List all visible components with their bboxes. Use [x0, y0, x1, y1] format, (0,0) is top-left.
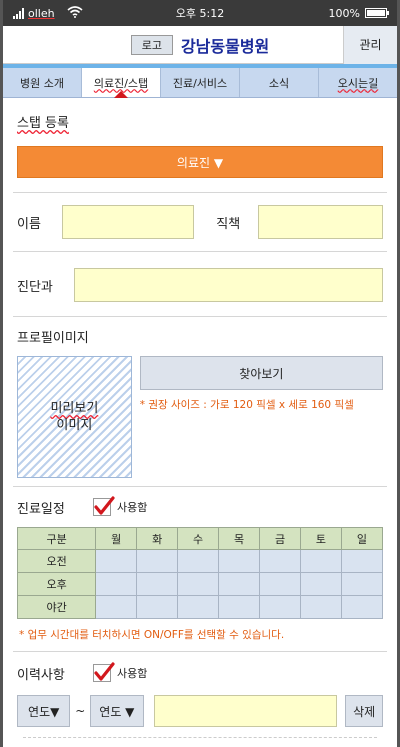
- tab-label: 진료/서비스: [172, 76, 228, 90]
- signal-icon: [13, 7, 24, 19]
- schedule-header-row: 구분 월 화 수 목 금 토 일: [16, 527, 384, 550]
- name-label: 이름: [17, 216, 41, 232]
- logo: 로고: [130, 34, 173, 55]
- career-title: 이력사항: [17, 667, 65, 683]
- department-input[interactable]: [74, 268, 383, 302]
- battery-icon: [365, 8, 389, 18]
- profile-image-preview: 미리보기 이미지: [17, 356, 132, 478]
- battery-percent: 100%: [328, 6, 360, 20]
- schedule-use-label: 사용함: [117, 501, 148, 514]
- tab-label: 의료진/스탭: [93, 76, 149, 90]
- schedule-cell[interactable]: [300, 595, 342, 619]
- schedule-col-header: 수: [177, 527, 220, 550]
- schedule-cell[interactable]: [218, 572, 261, 596]
- name-input[interactable]: [61, 205, 195, 239]
- tab-services[interactable]: 진료/서비스: [161, 68, 240, 97]
- schedule-cell[interactable]: [95, 572, 138, 596]
- tab-news[interactable]: 소식: [240, 68, 319, 97]
- year-to-select[interactable]: 연도 ▼: [90, 695, 144, 727]
- schedule-cell[interactable]: [218, 549, 261, 573]
- delete-button[interactable]: 삭제: [345, 695, 383, 727]
- tab-label: 병원 소개: [20, 76, 64, 90]
- department-label: 진단과: [17, 279, 53, 295]
- schedule-cell[interactable]: [340, 549, 384, 573]
- profile-image-title: 프로필이미지: [17, 331, 89, 346]
- schedule-col-header: 토: [300, 527, 342, 550]
- schedule-cell[interactable]: [259, 572, 301, 596]
- schedule-cell[interactable]: [177, 572, 220, 596]
- staff-type-select[interactable]: 의료진 ▼: [17, 146, 383, 178]
- schedule-col-header: 월: [95, 527, 138, 550]
- wifi-icon: [67, 5, 83, 21]
- schedule-cell[interactable]: [259, 549, 301, 573]
- schedule-cell[interactable]: [300, 549, 342, 573]
- schedule-cell[interactable]: [340, 572, 384, 596]
- schedule-col-header: 구분: [16, 527, 97, 550]
- browse-button[interactable]: 찾아보기: [139, 356, 383, 390]
- staff-register-title-text: 스탭 등록: [17, 116, 69, 131]
- schedule-cell[interactable]: [177, 595, 220, 619]
- schedule-cell[interactable]: [177, 549, 220, 573]
- schedule-cell[interactable]: [259, 595, 301, 619]
- position-input[interactable]: [258, 205, 383, 239]
- career-use-label: 사용함: [117, 667, 148, 680]
- checkmark-icon: [94, 662, 115, 681]
- schedule-row-header: 야간: [16, 595, 97, 619]
- page-title: 강남동물병원: [180, 36, 270, 56]
- dashed-divider: [23, 737, 377, 738]
- phone-frame: olleh 오후 5:12 100% 로고 강남동물병원 관리 병원 소개 의료…: [0, 0, 400, 747]
- schedule-col-header: 일: [340, 527, 384, 550]
- year-from-select[interactable]: 연도▼: [17, 695, 71, 727]
- tab-bar: 병원 소개 의료진/스탭 진료/서비스 소식 오시는길: [3, 68, 397, 98]
- tab-label: 소식: [268, 76, 290, 90]
- career-input[interactable]: [153, 695, 338, 727]
- schedule-row-header: 오후: [16, 572, 97, 596]
- schedule-table: 구분 월 화 수 목 금 토 일 오전 오후 야간: [16, 527, 384, 619]
- table-row: 오후: [16, 572, 384, 596]
- carrier-name: olleh: [28, 6, 55, 20]
- career-use-checkbox[interactable]: [93, 662, 115, 682]
- tab-directions[interactable]: 오시는길: [319, 68, 397, 97]
- schedule-col-header: 화: [136, 527, 179, 550]
- schedule-cell[interactable]: [136, 595, 179, 619]
- schedule-cell[interactable]: [340, 595, 384, 619]
- schedule-cell[interactable]: [300, 572, 342, 596]
- schedule-cell[interactable]: [136, 572, 179, 596]
- schedule-title: 진료일정: [17, 501, 65, 517]
- schedule-cell[interactable]: [218, 595, 261, 619]
- position-label: 직책: [216, 216, 241, 232]
- schedule-cell[interactable]: [95, 595, 138, 619]
- schedule-col-header: 금: [259, 527, 301, 550]
- schedule-cell[interactable]: [136, 549, 179, 573]
- tab-hospital-intro[interactable]: 병원 소개: [3, 68, 82, 97]
- checkmark-icon: [94, 496, 115, 515]
- tab-label: 오시는길: [337, 76, 379, 90]
- schedule-row-header: 오전: [16, 549, 97, 573]
- image-size-note: * 권장 사이즈 : 가로 120 픽셀 x 세로 160 픽셀: [139, 399, 354, 411]
- schedule-use-checkbox[interactable]: [93, 496, 115, 516]
- schedule-note: * 업무 시간대를 터치하시면 ON/OFF를 선택할 수 있습니다.: [19, 629, 285, 641]
- staff-register-title: 스탭 등록: [3, 112, 397, 131]
- preview-text-line1: 미리보기: [50, 401, 99, 416]
- app-header: 로고 강남동물병원 관리: [3, 25, 397, 64]
- tab-staff[interactable]: 의료진/스탭: [82, 68, 161, 98]
- preview-text-line2: 이미지: [56, 418, 93, 433]
- status-bar: olleh 오후 5:12 100%: [3, 0, 397, 26]
- schedule-col-header: 목: [218, 527, 261, 550]
- range-tilde: ~: [75, 704, 86, 718]
- table-row: 야간: [16, 595, 384, 619]
- schedule-cell[interactable]: [95, 549, 138, 573]
- table-row: 오전: [16, 549, 384, 573]
